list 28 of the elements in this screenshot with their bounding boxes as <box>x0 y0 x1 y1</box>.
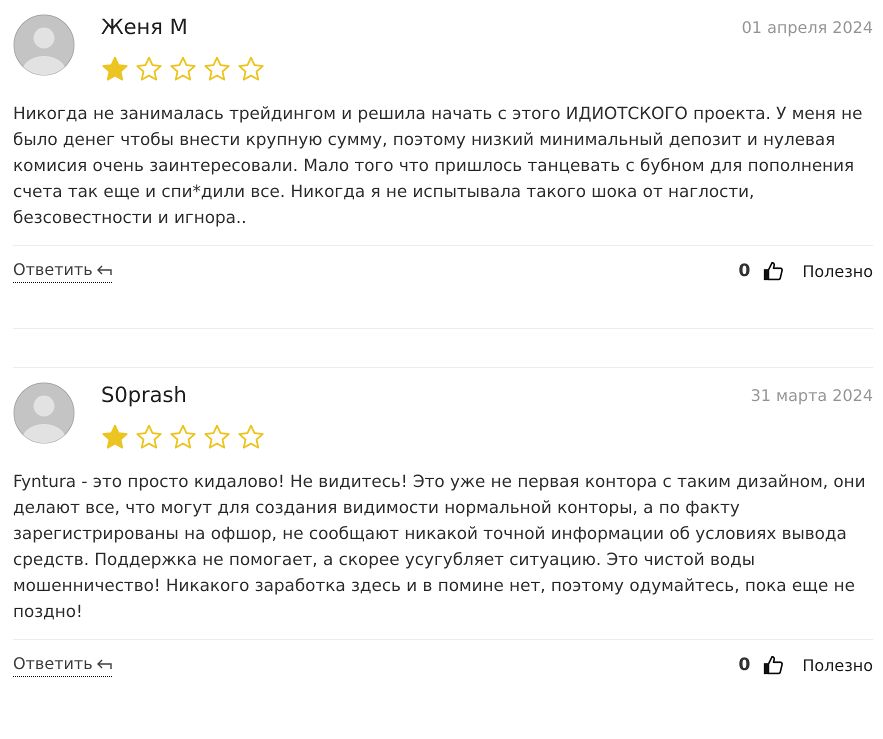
thumbs-up-icon[interactable] <box>762 654 784 676</box>
star-icon <box>135 424 163 450</box>
star-icon <box>101 56 129 82</box>
helpful-button[interactable]: Полезно <box>796 262 873 280</box>
avatar <box>13 14 75 76</box>
helpful-button[interactable]: Полезно <box>796 656 873 674</box>
star-icon <box>135 56 163 82</box>
star-icon <box>203 56 231 82</box>
thumbs-up-icon[interactable] <box>762 260 784 282</box>
review-date: 01 апреля 2024 <box>742 18 873 37</box>
reply-arrow-icon <box>96 658 112 670</box>
star-icon <box>237 424 265 450</box>
reply-link[interactable]: Ответить <box>13 260 112 283</box>
avatar <box>13 382 75 444</box>
star-icon <box>203 424 231 450</box>
star-icon <box>169 424 197 450</box>
review-text: Fyntura - это просто кидалово! Не видитесь! Это уже не первая контора с таким дизайном, они делают все, что могут для создания видимости нормальной конторы, а по факту зарегистрированы на офшор, не сообщают никакой точной информации об условиях вывода средств. Поддержка не помогает, а скорее усугубляет ситуацию. Это чистой воды мошенничество! Никакого заработка здесь и в помине нет, поэтому одумайтесь, пока еще не поздно! <box>13 470 867 623</box>
reply-arrow-icon <box>96 264 112 276</box>
author-name: Женя М <box>101 14 189 40</box>
review-text: Никогда не занималась трейдингом и решила начать с этого ИДИОТСКОГО проекта. У меня не было денег чтобы внести крупную сумму, поэтому низкий минимальный депозит и нулевая комисия очень заинтересовали. Мало того что пришлось танцевать с бубном для пополнения счета так еще и спи*дили все. Никогда я не испытывала такого шока от наглости, безсовестности и игнора.. <box>13 102 864 229</box>
vote-count: 0 <box>738 655 750 675</box>
star-icon <box>237 56 265 82</box>
reply-link[interactable]: Ответить <box>13 654 112 677</box>
star-icon <box>169 56 197 82</box>
review-date: 31 марта 2024 <box>750 386 873 405</box>
vote-count: 0 <box>738 261 750 281</box>
author-name: S0prash <box>101 382 188 408</box>
star-icon <box>101 424 129 450</box>
